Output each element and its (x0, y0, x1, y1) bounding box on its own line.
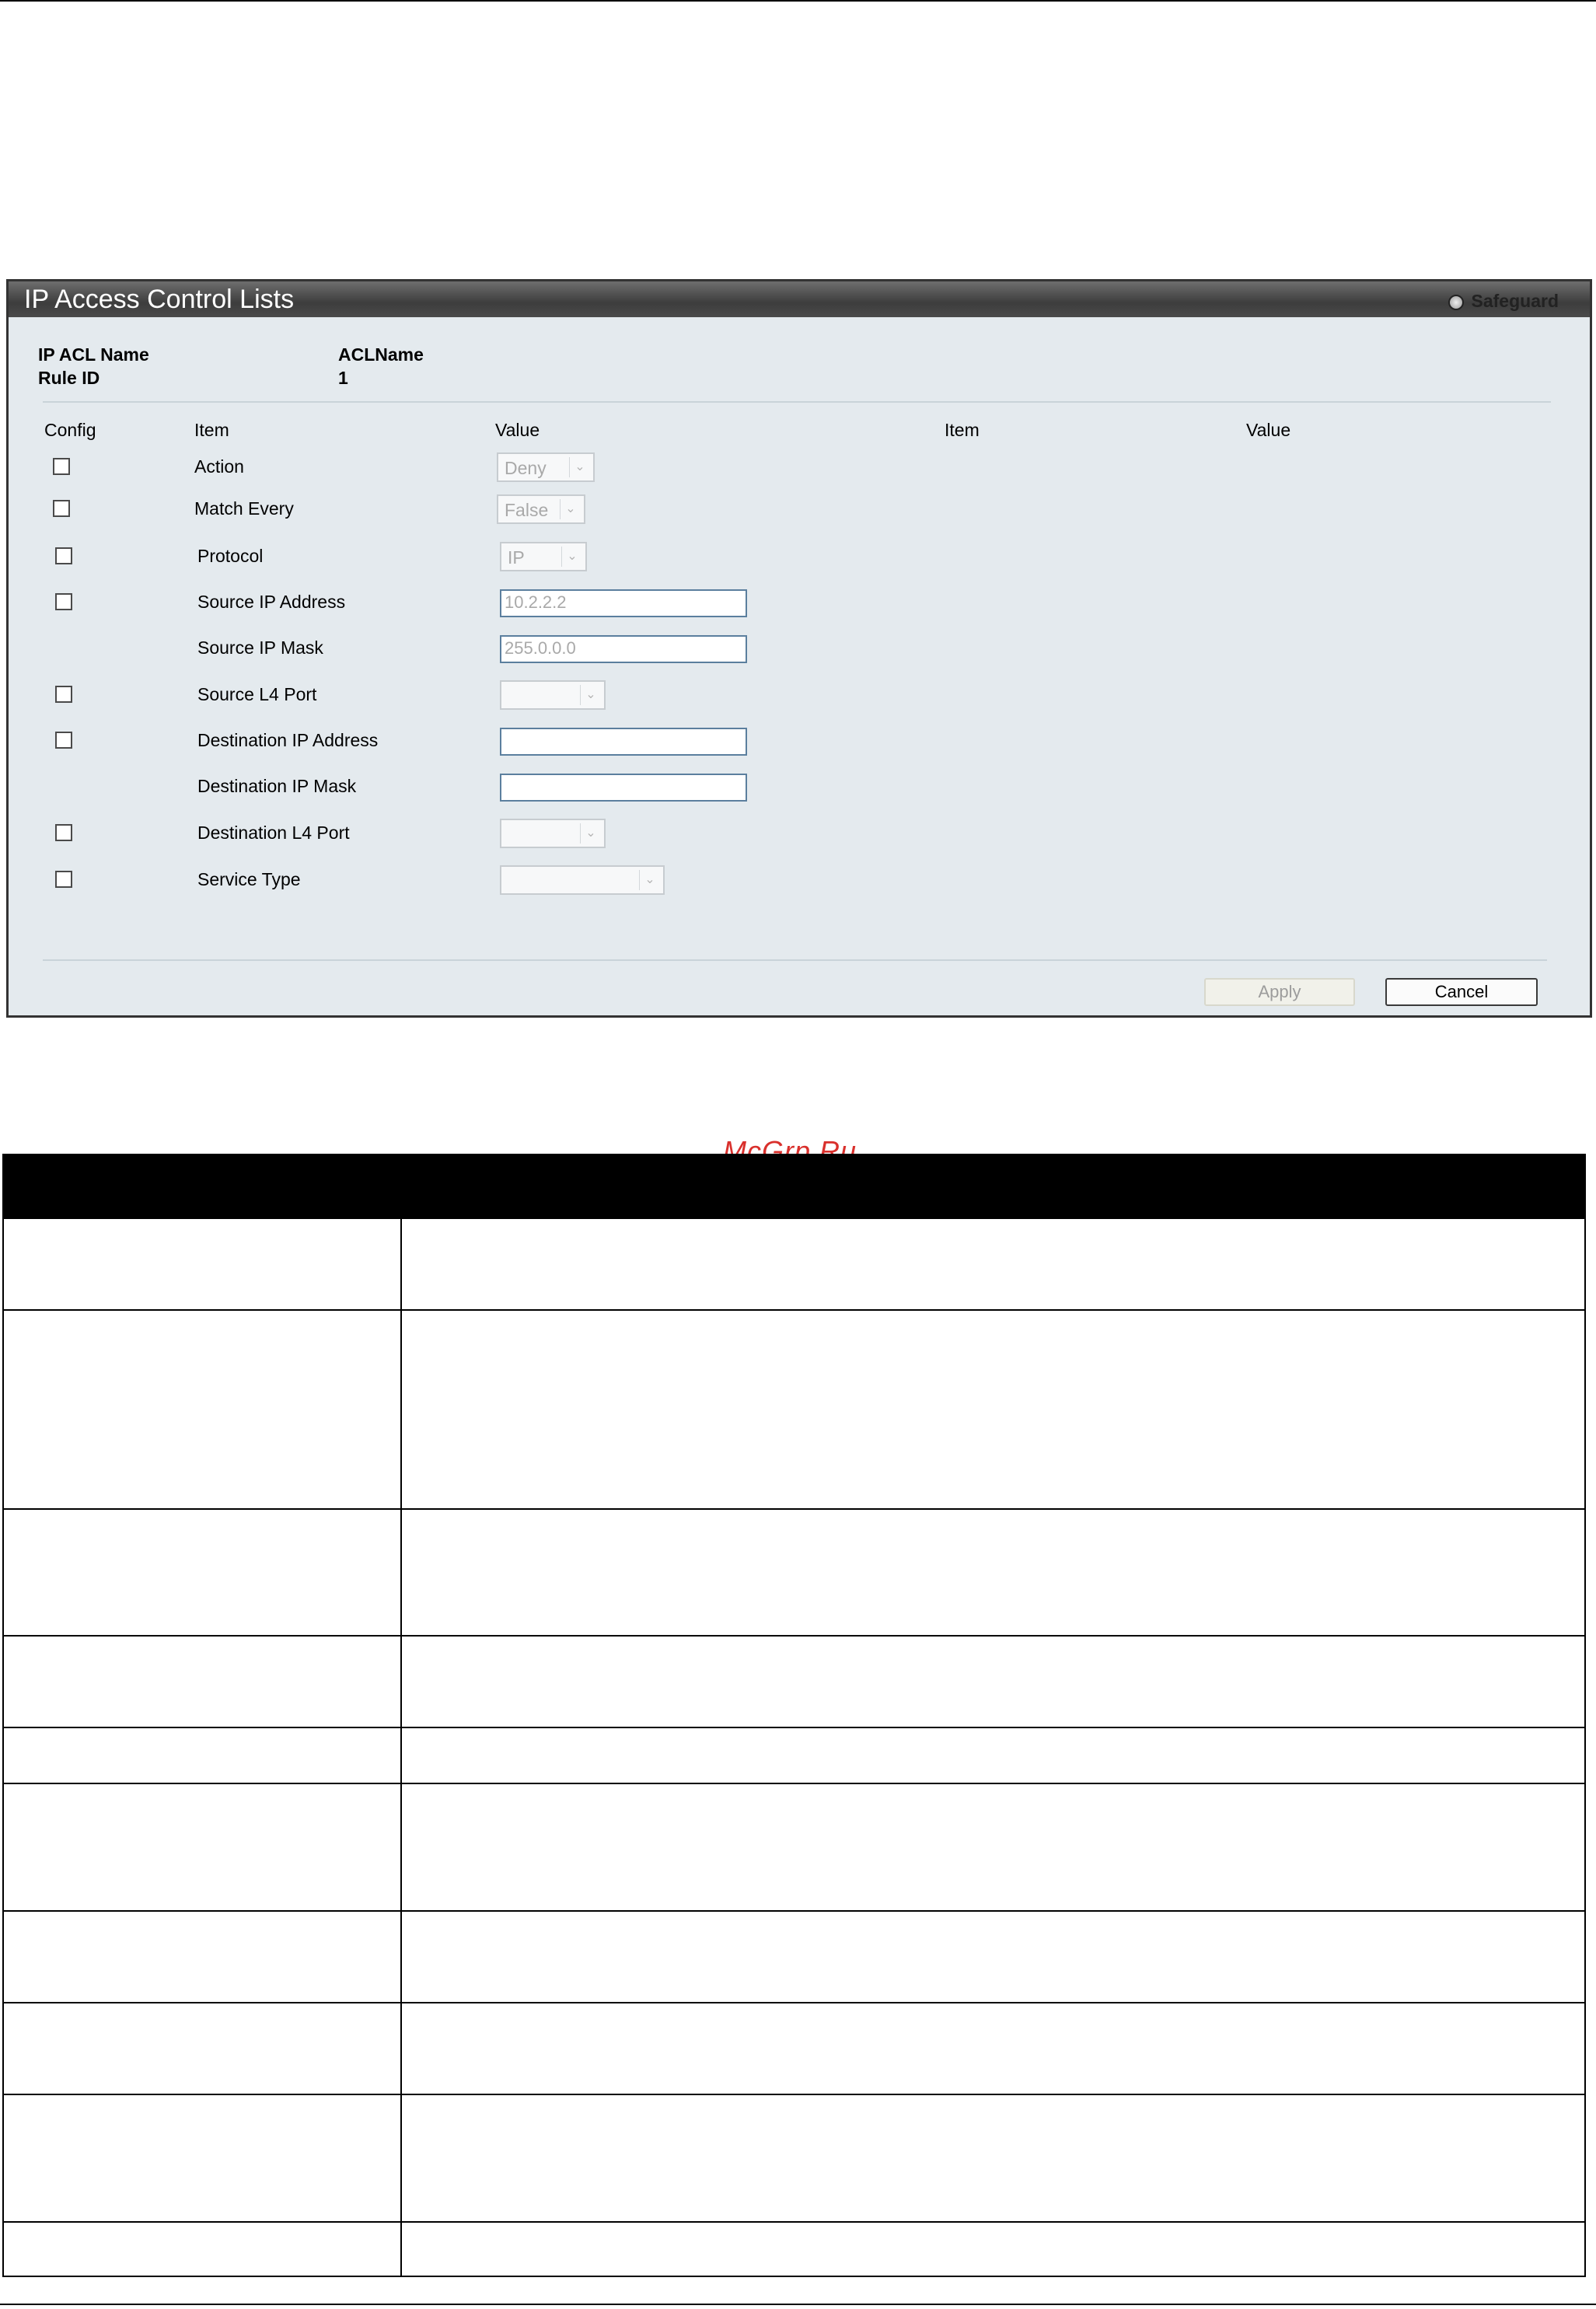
source-ip-address-input[interactable]: 10.2.2.2 (500, 589, 747, 617)
action-select-value: Deny (505, 458, 547, 478)
top-rule (0, 0, 1596, 2)
match-every-checkbox[interactable] (53, 500, 70, 517)
ip-acl-panel: IP Access Control Lists Safeguard IP ACL… (6, 279, 1592, 1018)
destination-ip-address-label: Destination IP Address (197, 730, 379, 750)
source-l4-port-label: Source L4 Port (197, 684, 317, 704)
col-value: Value (495, 420, 540, 440)
table-row (2, 1311, 1586, 1510)
col-item: Item (194, 420, 229, 440)
source-l4-port-checkbox[interactable] (55, 686, 72, 703)
table-row (2, 1219, 1586, 1311)
destination-ip-address-input[interactable] (500, 728, 747, 756)
rule-id-value: 1 (338, 368, 348, 388)
source-l4-port-select[interactable]: ⌄ (500, 680, 606, 710)
source-ip-address-label: Source IP Address (197, 592, 346, 612)
match-every-select-value: False (505, 500, 549, 520)
chevron-down-icon: ⌄ (560, 499, 581, 519)
apply-button[interactable]: Apply (1204, 978, 1355, 1006)
source-ip-mask-input[interactable]: 255.0.0.0 (500, 635, 747, 663)
col-value-2: Value (1246, 420, 1291, 440)
table-row (2, 1510, 1586, 1637)
panel-title: IP Access Control Lists (24, 285, 295, 314)
safeguard-indicator: Safeguard (1448, 291, 1559, 312)
destination-l4-port-checkbox[interactable] (55, 824, 72, 841)
source-ip-mask-label: Source IP Mask (197, 638, 323, 658)
col-config: Config (44, 420, 96, 440)
chevron-down-icon: ⌄ (561, 547, 582, 567)
safeguard-label: Safeguard (1471, 291, 1559, 311)
acl-name-value: ACLName (338, 344, 424, 365)
safeguard-icon (1448, 295, 1464, 310)
service-type-select[interactable]: ⌄ (500, 865, 665, 895)
destination-ip-address-checkbox[interactable] (55, 732, 72, 749)
table-header (2, 1154, 1586, 1219)
protocol-label: Protocol (197, 546, 264, 566)
service-type-checkbox[interactable] (55, 871, 72, 888)
col-item-2: Item (945, 420, 980, 440)
chevron-down-icon: ⌄ (569, 457, 590, 477)
action-checkbox[interactable] (53, 458, 70, 475)
chevron-down-icon: ⌄ (580, 823, 601, 844)
table-row (2, 1637, 1586, 1728)
destination-l4-port-label: Destination L4 Port (197, 823, 350, 843)
description-table (2, 1154, 1586, 2277)
table-row (2, 1728, 1586, 1784)
bottom-rule (0, 2304, 1596, 2305)
rule-id-label: Rule ID (38, 368, 100, 388)
action-select[interactable]: Deny ⌄ (497, 452, 595, 482)
table-row (2, 1784, 1586, 1912)
protocol-checkbox[interactable] (55, 547, 72, 564)
protocol-select-value: IP (508, 547, 525, 568)
footer-separator (43, 959, 1547, 961)
destination-l4-port-select[interactable]: ⌄ (500, 819, 606, 848)
info-separator (43, 401, 1551, 403)
panel-title-bar: IP Access Control Lists Safeguard (9, 281, 1590, 317)
service-type-label: Service Type (197, 869, 301, 889)
acl-name-label: IP ACL Name (38, 344, 149, 365)
table-row (2, 2003, 1586, 2095)
match-every-label: Match Every (194, 498, 294, 519)
action-label: Action (194, 456, 244, 477)
table-row (2, 1912, 1586, 2003)
chevron-down-icon: ⌄ (639, 870, 660, 890)
protocol-select[interactable]: IP ⌄ (500, 542, 587, 571)
destination-ip-mask-label: Destination IP Mask (197, 776, 357, 796)
destination-ip-mask-input[interactable] (500, 774, 747, 802)
table-row (2, 2223, 1586, 2277)
source-ip-address-checkbox[interactable] (55, 593, 72, 610)
match-every-select[interactable]: False ⌄ (497, 494, 585, 524)
chevron-down-icon: ⌄ (580, 685, 601, 705)
cancel-button[interactable]: Cancel (1385, 978, 1538, 1006)
table-row (2, 2095, 1586, 2223)
